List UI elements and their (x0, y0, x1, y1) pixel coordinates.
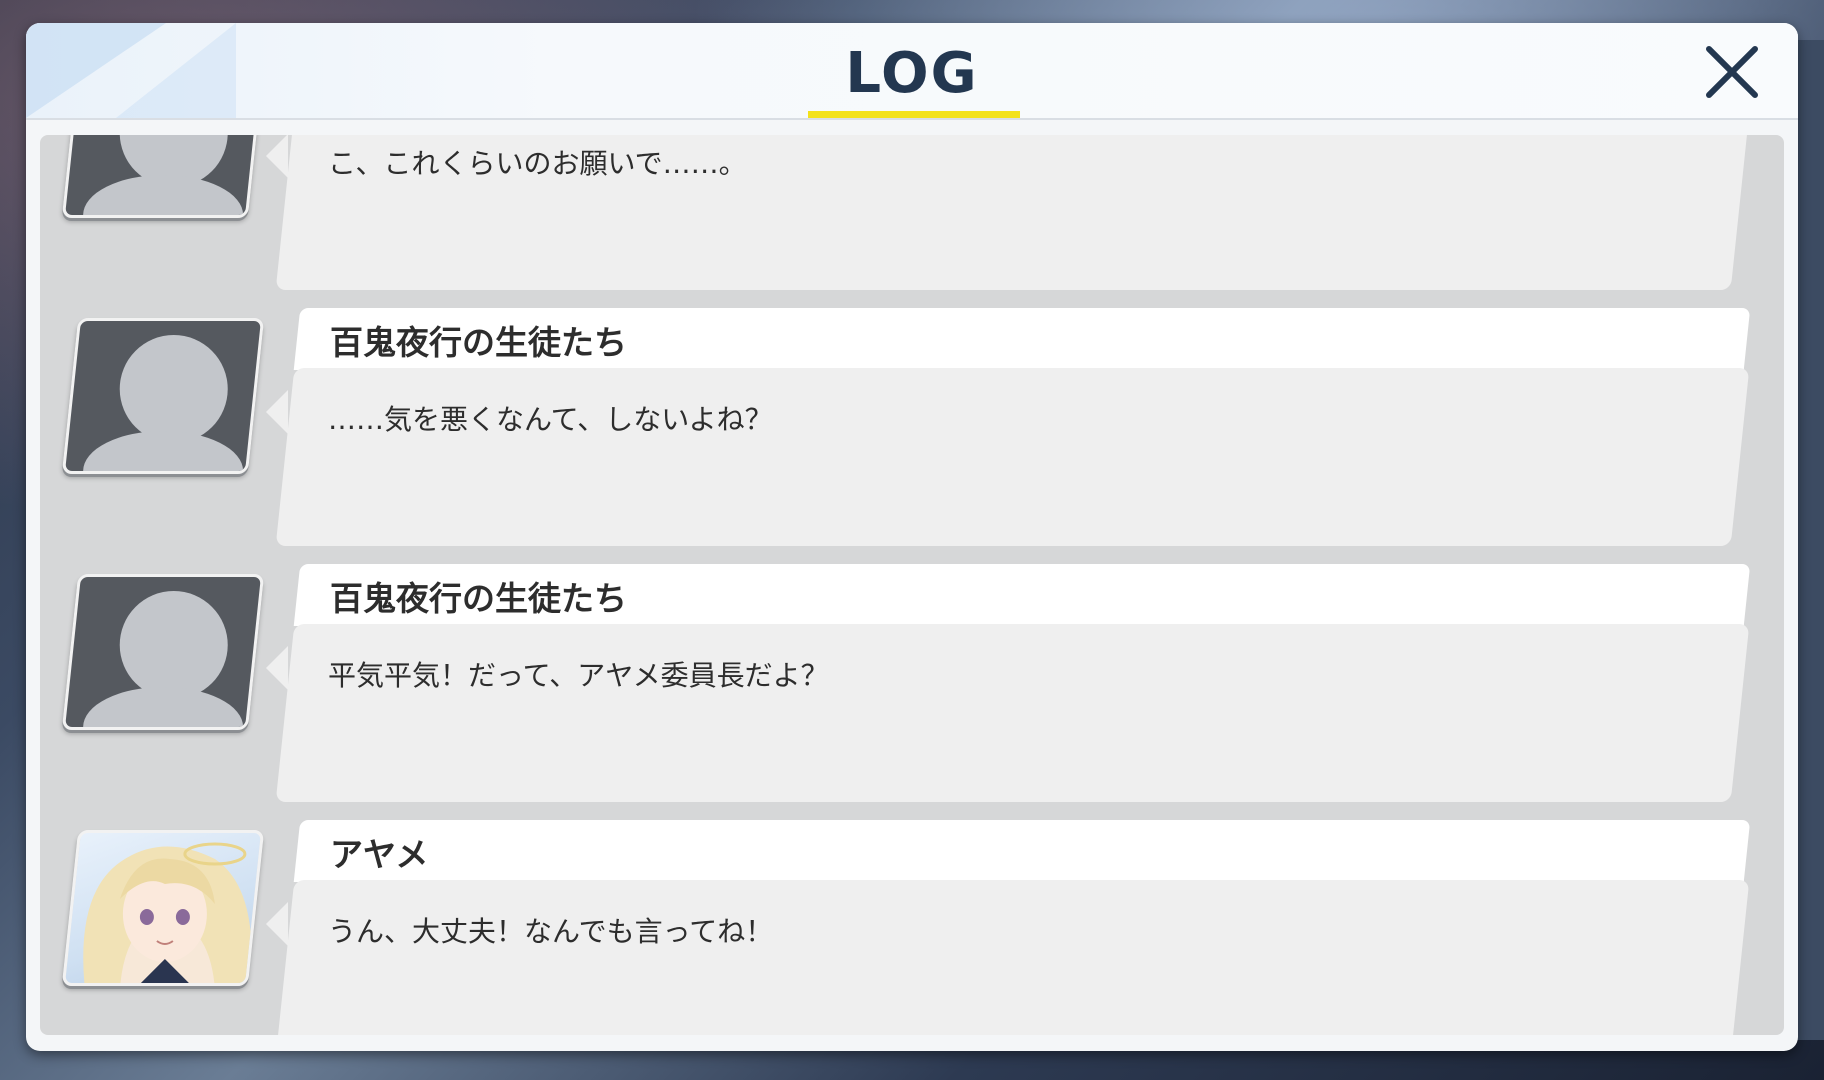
close-icon (1706, 46, 1758, 98)
message-bubble (275, 624, 1750, 802)
log-entry: こ、これくらいのお願いで……。 (40, 135, 1784, 292)
silhouette-shoulders (83, 175, 244, 218)
silhouette-head (119, 591, 228, 699)
speaker-name: 百鬼夜行の生徒たち (330, 323, 627, 362)
speaker-name: 百鬼夜行の生徒たち (330, 579, 627, 618)
log-title: LOG (845, 41, 979, 106)
message-text: 平気平気！だって、アヤメ委員長だよ？ (328, 659, 829, 692)
message-text: うん、大丈夫！なんでも言ってね！ (328, 915, 774, 948)
log-entry: 百鬼夜行の生徒たち ……気を悪くなんて、しないよね？ (40, 308, 1784, 548)
close-button[interactable] (1701, 41, 1763, 103)
log-entry: アヤメ うん、大丈夫！なんでも言ってね！ (40, 820, 1784, 1035)
message-text: こ、これくらいのお願いで……。 (328, 147, 747, 180)
message-text: ……気を悪くなんて、しないよね？ (328, 403, 773, 436)
bubble-pointer (266, 135, 288, 178)
speaker-avatar (61, 318, 265, 474)
silhouette-shoulders (83, 687, 244, 730)
log-header: LOG (26, 23, 1798, 120)
log-entry: 百鬼夜行の生徒たち 平気平気！だって、アヤメ委員長だよ？ (40, 564, 1784, 804)
speaker-name-bar (293, 820, 1751, 882)
silhouette-head (119, 335, 228, 443)
speaker-avatar (61, 830, 265, 986)
speaker-name: アヤメ (330, 835, 429, 874)
silhouette-shoulders (83, 431, 244, 474)
message-bubble (275, 880, 1750, 1035)
log-scroll-area[interactable]: こ、これくらいのお願いで……。 百鬼夜行の生徒たち ……気を悪くなんて、しないよ… (40, 135, 1784, 1035)
log-panel: LOG こ、これくらいのお願いで……。 百鬼夜行の生徒たち ……気を悪くなんて、… (26, 23, 1798, 1051)
bubble-pointer (266, 902, 288, 946)
bubble-pointer (266, 646, 288, 690)
ayame-portrait-icon (83, 842, 252, 986)
bubble-pointer (266, 390, 288, 434)
speaker-avatar (61, 574, 265, 730)
title-underline (808, 111, 1020, 118)
speaker-avatar (61, 135, 265, 218)
message-bubble (275, 368, 1750, 546)
